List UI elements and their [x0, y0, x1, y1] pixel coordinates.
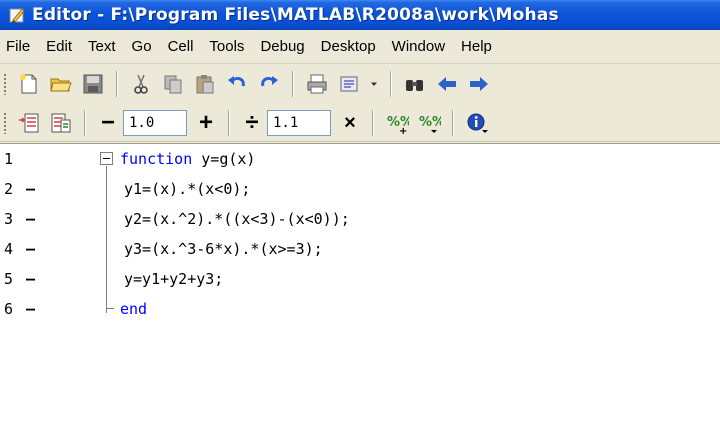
find-button[interactable] [399, 68, 431, 100]
evaluate-cell-button[interactable] [45, 107, 77, 139]
increment-button[interactable]: + [191, 108, 221, 138]
breakpoint-marker[interactable]: – [26, 300, 35, 318]
toolbar-separator [84, 109, 86, 136]
code-line[interactable]: 3 – y2=(x.^2).*((x<3)-(x<0)); [0, 204, 720, 234]
code-text: y2=(x.^2).*((x<3)-(x<0)); [124, 210, 350, 228]
menu-bar: File Edit Text Go Cell Tools Debug Deskt… [0, 30, 720, 64]
line-number: 1 [4, 150, 14, 168]
title-bar: Editor - F:\Program Files\MATLAB\R2008a\… [0, 0, 720, 30]
code-rest: y=g(x) [192, 150, 256, 168]
go-back-button[interactable] [431, 68, 463, 100]
insert-cell-icon [19, 113, 39, 132]
decrement-button[interactable]: − [93, 108, 123, 138]
print-icon [307, 74, 327, 94]
info-button[interactable] [461, 107, 493, 139]
save-icon [83, 74, 103, 94]
line-number: 3 [4, 210, 14, 228]
svg-text:%%: %% [419, 115, 441, 130]
paste-button[interactable] [189, 68, 221, 100]
menu-text[interactable]: Text [80, 30, 124, 63]
info-icon [467, 113, 488, 133]
print-button[interactable] [301, 68, 333, 100]
comment-button[interactable] [333, 68, 365, 100]
menu-window[interactable]: Window [384, 30, 453, 63]
evaluate-cell-icon [51, 113, 71, 132]
code-editor[interactable]: 1 function y=g(x) 2 – y1=(x).*(x<0); 3 –… [0, 143, 720, 448]
scale-value-field[interactable]: 1.1 [267, 109, 331, 136]
svg-text:+: + [399, 126, 407, 135]
undo-icon [228, 76, 245, 87]
code-line[interactable]: 4 – y3=(x.^3-6*x).*(x>=3); [0, 234, 720, 264]
breakpoint-marker[interactable]: – [26, 270, 35, 288]
copy-button[interactable] [157, 68, 189, 100]
back-icon [438, 77, 456, 91]
redo-button[interactable] [253, 68, 285, 100]
menu-debug[interactable]: Debug [252, 30, 312, 63]
percent-dropdown-icon: %% [419, 115, 441, 133]
divide-button[interactable]: ÷ [237, 108, 267, 138]
percent-plus-button[interactable]: %% + [381, 107, 413, 139]
line-number: 2 [4, 180, 14, 198]
toolbar-separator [452, 109, 454, 136]
comment-icon [340, 76, 358, 92]
cut-button[interactable] [125, 68, 157, 100]
cut-icon [134, 74, 148, 94]
toolbar-separator [372, 109, 374, 136]
menu-go[interactable]: Go [124, 30, 160, 63]
cell-toolbar: − 1.0 + ÷ 1.1 × %% + %% [0, 104, 720, 142]
toolbar-separator [390, 71, 392, 97]
forward-icon [470, 77, 488, 91]
open-folder-icon [50, 78, 72, 92]
toolbar-grip[interactable] [3, 73, 7, 95]
breakpoint-marker[interactable]: – [26, 240, 35, 258]
code-line[interactable]: 1 function y=g(x) [0, 144, 720, 174]
code-text: end [120, 300, 147, 318]
code-text: y=y1+y2+y3; [124, 270, 224, 288]
menu-edit[interactable]: Edit [38, 30, 80, 63]
code-text: y1=(x).*(x<0); [124, 180, 251, 198]
redo-icon [261, 76, 278, 87]
breakpoint-marker[interactable]: – [26, 180, 35, 198]
code-line[interactable]: 2 – y1=(x).*(x<0); [0, 174, 720, 204]
comment-dropdown-button[interactable] [365, 68, 383, 100]
menu-desktop[interactable]: Desktop [313, 30, 384, 63]
open-file-button[interactable] [45, 68, 77, 100]
code-text: function y=g(x) [120, 150, 255, 168]
undo-button[interactable] [221, 68, 253, 100]
window-title: Editor - F:\Program Files\MATLAB\R2008a\… [32, 5, 559, 25]
menu-help[interactable]: Help [453, 30, 500, 63]
keyword: end [120, 300, 148, 318]
toolbar-separator [228, 109, 230, 136]
code-line[interactable]: 6 – end [0, 294, 720, 324]
keyword: function [120, 150, 193, 168]
menu-tools[interactable]: Tools [201, 30, 252, 63]
editor-app-icon [9, 8, 25, 23]
menu-file[interactable]: File [0, 30, 38, 63]
menu-cell[interactable]: Cell [160, 30, 202, 63]
insert-cell-break-button[interactable] [13, 107, 45, 139]
go-forward-button[interactable] [463, 68, 495, 100]
find-icon [406, 80, 423, 91]
percent-plus-icon: %% + [387, 115, 409, 135]
multiply-button[interactable]: × [335, 108, 365, 138]
toolbar-separator [292, 71, 294, 97]
line-number: 6 [4, 300, 14, 318]
main-toolbar [0, 65, 720, 103]
dropdown-icon [371, 82, 377, 86]
percent-dropdown-button[interactable]: %% [413, 107, 445, 139]
copy-icon [164, 75, 182, 94]
line-number: 4 [4, 240, 14, 258]
increment-value-field[interactable]: 1.0 [123, 109, 187, 136]
code-text: y3=(x.^3-6*x).*(x>=3); [124, 240, 323, 258]
paste-icon [196, 75, 214, 94]
breakpoint-marker[interactable]: – [26, 210, 35, 228]
code-line[interactable]: 5 – y=y1+y2+y3; [0, 264, 720, 294]
toolbar-grip[interactable] [3, 111, 7, 134]
toolbar-separator [116, 71, 118, 97]
line-number: 5 [4, 270, 14, 288]
save-button[interactable] [77, 68, 109, 100]
new-file-icon [20, 74, 37, 94]
new-file-button[interactable] [13, 68, 45, 100]
